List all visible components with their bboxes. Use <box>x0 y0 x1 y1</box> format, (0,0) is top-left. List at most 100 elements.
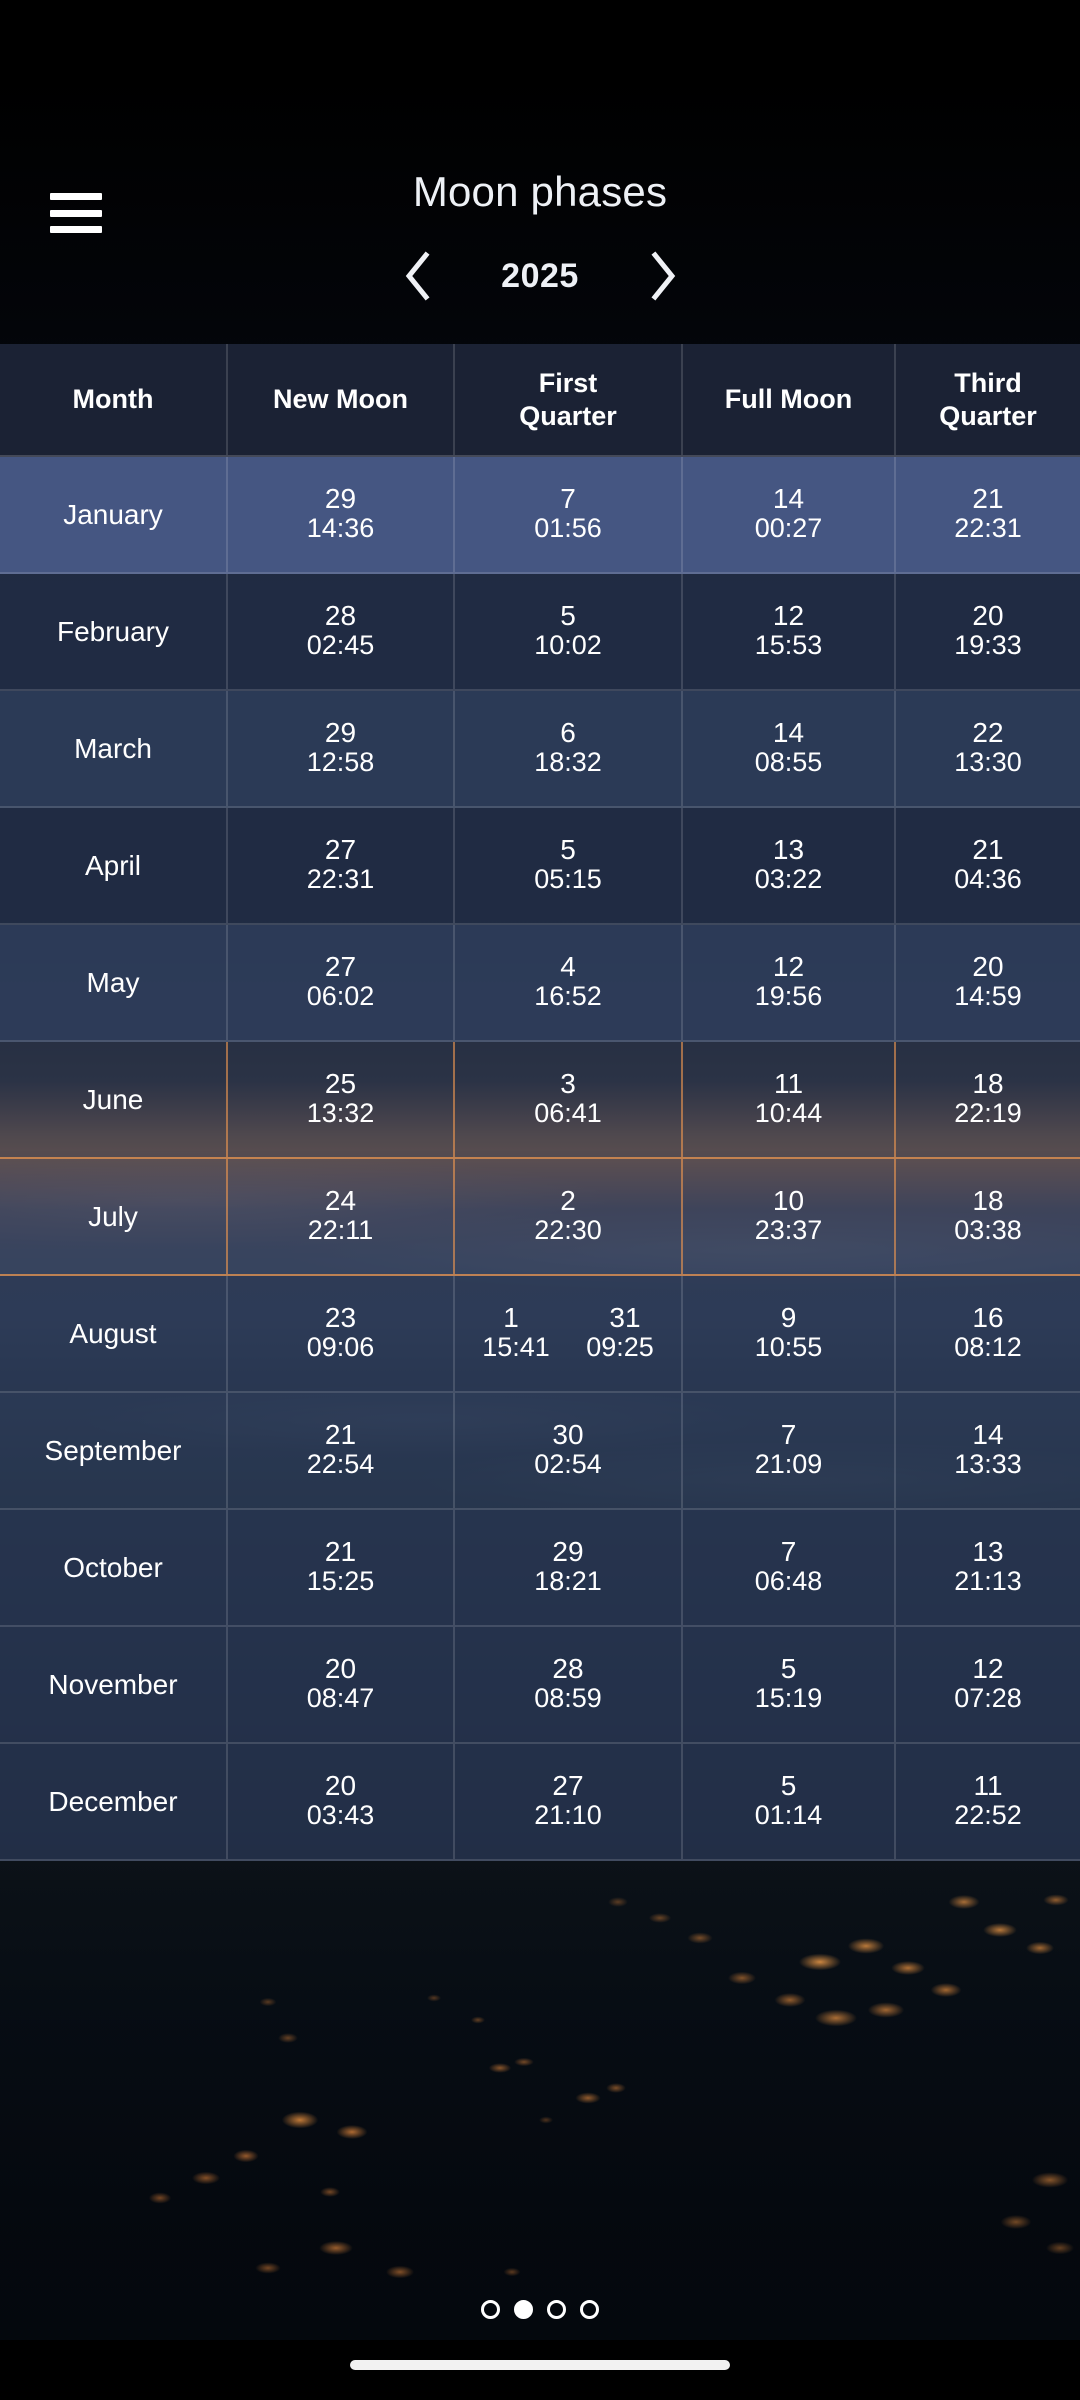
table-row[interactable]: April 27 22:31 5 05:15 13 03:22 21 04:36 <box>0 808 1080 925</box>
cell-first-quarter: 2 22:30 <box>455 1159 683 1274</box>
day-value: 21 <box>972 482 1004 514</box>
table-row[interactable]: June 25 13:32 3 06:41 11 10:44 18 22:19 <box>0 1042 1080 1159</box>
time-value: 06:41 <box>534 1098 602 1129</box>
table-row[interactable]: May 27 06:02 4 16:52 12 19:56 20 14:59 <box>0 925 1080 1042</box>
cell-month: October <box>0 1510 228 1625</box>
time-value: 08:55 <box>754 747 823 778</box>
day-value: 4 <box>560 950 576 982</box>
day-value: 29 <box>324 716 357 748</box>
time-value: 00:27 <box>754 513 823 544</box>
cell-third-quarter: 18 03:38 <box>896 1159 1080 1274</box>
day-value: 20 <box>324 1652 357 1684</box>
time-value: 08:59 <box>534 1683 602 1714</box>
table-row[interactable]: January 29 14:36 7 01:56 14 00:27 21 22:31 <box>0 457 1080 574</box>
cell-new-moon: 23 09:06 <box>228 1276 455 1391</box>
day-value: 14 <box>772 482 805 514</box>
cell-third-quarter: 22 13:30 <box>896 691 1080 806</box>
day-value: 10 <box>772 1184 805 1216</box>
gesture-handle[interactable] <box>350 2360 730 2370</box>
day-value: 21 <box>324 1418 357 1450</box>
cell-month: June <box>0 1042 228 1157</box>
table-row[interactable]: September 21 22:54 30 02:54 7 21:09 14 13:33 <box>0 1393 1080 1510</box>
column-header-month: Month <box>0 344 228 455</box>
table-row[interactable]: August 23 09:06 1 31 15:41 09:25 9 10:55 16 08:12 <box>0 1276 1080 1393</box>
day-value: 16 <box>972 1301 1004 1333</box>
month-label: October <box>63 1551 163 1583</box>
month-label: August <box>69 1317 157 1349</box>
time-value: 06:02 <box>306 981 375 1012</box>
cell-first-quarter: 28 08:59 <box>455 1627 683 1742</box>
time-value: 10:02 <box>534 630 602 661</box>
page-indicator <box>0 2300 1080 2319</box>
cell-first-quarter: 27 21:10 <box>455 1744 683 1859</box>
time-value: 22:11 <box>307 1215 374 1246</box>
day-value: 7 <box>560 482 576 514</box>
day-value: 14 <box>972 1418 1004 1450</box>
page-dot[interactable] <box>547 2300 566 2319</box>
page-dot[interactable] <box>514 2300 533 2319</box>
table-header-row: Month New Moon First Quarter Full Moon Th… <box>0 344 1080 457</box>
cell-third-quarter: 20 14:59 <box>896 925 1080 1040</box>
cell-new-moon: 21 22:54 <box>228 1393 455 1508</box>
cell-first-quarter: 5 10:02 <box>455 574 683 689</box>
time-value: 15:25 <box>306 1566 375 1597</box>
day-value: 29 <box>324 482 357 514</box>
day-value: 13 <box>772 833 805 865</box>
day-value: 20 <box>972 599 1004 631</box>
column-header-first-quarter: First Quarter <box>455 344 683 455</box>
time-value: 14:36 <box>306 513 375 544</box>
cell-first-quarter: 30 02:54 <box>455 1393 683 1508</box>
cell-new-moon: 28 02:45 <box>228 574 455 689</box>
cell-first-quarter: 3 06:41 <box>455 1042 683 1157</box>
column-header-new-moon: New Moon <box>228 344 455 455</box>
time-value: 16:52 <box>534 981 602 1012</box>
cell-new-moon: 21 15:25 <box>228 1510 455 1625</box>
cell-first-quarter: 6 18:32 <box>455 691 683 806</box>
time-value: 03:38 <box>954 1215 1022 1246</box>
cell-full-moon: 14 00:27 <box>683 457 896 572</box>
moon-phases-table: Month New Moon First Quarter Full Moon Th… <box>0 344 1080 1861</box>
cell-month: August <box>0 1276 228 1391</box>
table-row[interactable]: November 20 08:47 28 08:59 5 15:19 12 07:28 <box>0 1627 1080 1744</box>
day-value: 18 <box>972 1067 1004 1099</box>
day-value: 28 <box>552 1652 584 1684</box>
time-value: 01:56 <box>534 513 602 544</box>
cell-full-moon: 7 06:48 <box>683 1510 896 1625</box>
cell-first-quarter: 5 05:15 <box>455 808 683 923</box>
day-value: 2 <box>560 1184 576 1216</box>
cell-third-quarter: 20 19:33 <box>896 574 1080 689</box>
day-value: 5 <box>780 1652 797 1684</box>
time-value: 21:10 <box>534 1800 602 1831</box>
chevron-left-icon[interactable] <box>401 250 435 302</box>
cell-new-moon: 29 14:36 <box>228 457 455 572</box>
app-bar: Moon phases 2025 <box>0 88 1080 344</box>
time-value: 01:14 <box>754 1800 823 1831</box>
time-value: 10:44 <box>754 1098 823 1129</box>
page-dot[interactable] <box>580 2300 599 2319</box>
day-value: 31 <box>609 1301 641 1333</box>
table-row[interactable]: March 29 12:58 6 18:32 14 08:55 22 13:30 <box>0 691 1080 808</box>
cell-month: May <box>0 925 228 1040</box>
table-row[interactable]: July 24 22:11 2 22:30 10 23:37 18 03:38 <box>0 1159 1080 1276</box>
cell-first-quarter: 7 01:56 <box>455 457 683 572</box>
chevron-right-icon[interactable] <box>645 250 679 302</box>
table-row[interactable]: October 21 15:25 29 18:21 7 06:48 13 21:13 <box>0 1510 1080 1627</box>
page-dot[interactable] <box>481 2300 500 2319</box>
cell-new-moon: 24 22:11 <box>228 1159 455 1274</box>
cell-month: January <box>0 457 228 572</box>
cell-third-quarter: 21 04:36 <box>896 808 1080 923</box>
cell-full-moon: 7 21:09 <box>683 1393 896 1508</box>
table-row[interactable]: December 20 03:43 27 21:10 5 01:14 11 22:52 <box>0 1744 1080 1861</box>
month-label: December <box>48 1785 178 1817</box>
time-value: 14:59 <box>954 981 1022 1012</box>
day-value: 27 <box>324 950 357 982</box>
month-label: July <box>88 1200 138 1232</box>
day-value: 27 <box>552 1769 584 1801</box>
cell-month: April <box>0 808 228 923</box>
day-value: 20 <box>972 950 1004 982</box>
table-row[interactable]: February 28 02:45 5 10:02 12 15:53 20 19:33 <box>0 574 1080 691</box>
cell-month: September <box>0 1393 228 1508</box>
time-value: 08:12 <box>954 1332 1022 1363</box>
time-value: 09:25 <box>586 1332 654 1363</box>
cell-third-quarter: 13 21:13 <box>896 1510 1080 1625</box>
